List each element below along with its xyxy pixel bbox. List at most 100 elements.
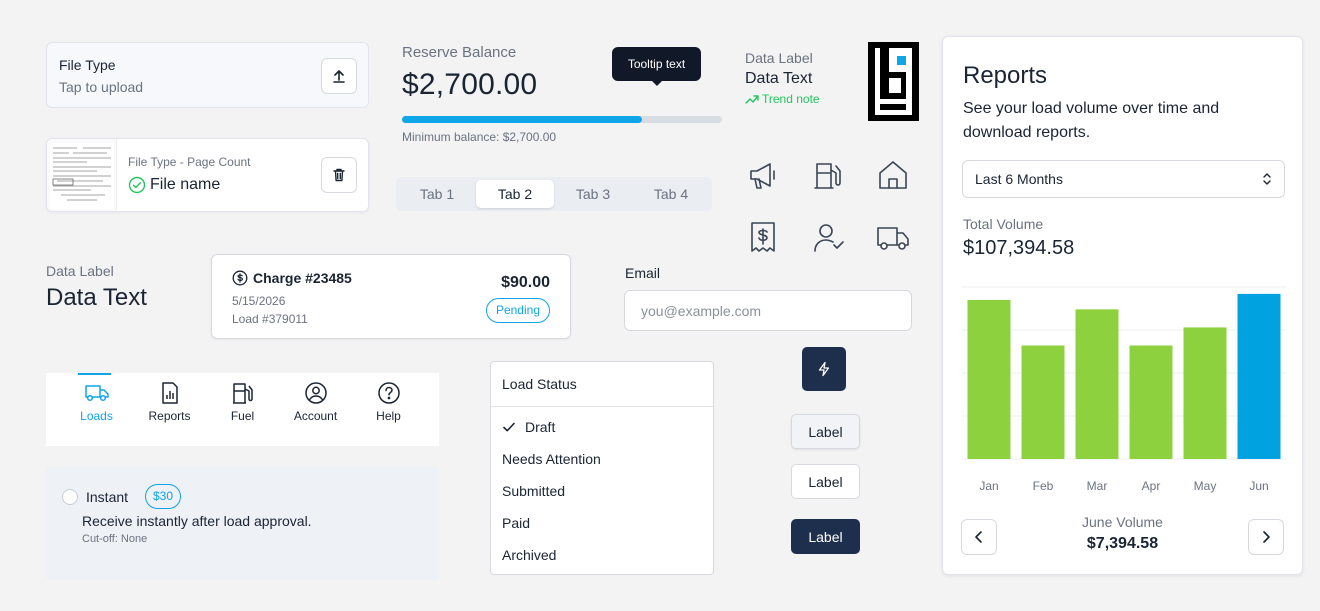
reports-subtitle: See your load volume over time and downl…: [963, 100, 1220, 141]
file-meta: File Type - Page Count: [128, 155, 251, 169]
total-volume-value: $107,394.58: [963, 237, 1075, 259]
instant-cutoff: Cut-off: None: [82, 533, 148, 545]
instant-radio[interactable]: [62, 489, 78, 505]
file-thumbnail: [47, 139, 117, 211]
instant-title: Instant: [86, 489, 129, 505]
nav-item-loads[interactable]: Loads: [60, 373, 133, 446]
total-volume-label: Total Volume: [963, 216, 1044, 232]
bolt-icon: [818, 361, 830, 377]
home-icon: [876, 158, 910, 192]
nav-label: Fuel: [230, 409, 255, 423]
chart-tick-label: Mar: [1087, 479, 1108, 493]
reserve-progress-fill: [402, 116, 642, 123]
chart-bar-mar[interactable]: [1075, 309, 1119, 459]
volume-bar-chart: Jan Feb Mar Apr May Jun: [962, 286, 1286, 493]
status-option-archived[interactable]: Archived: [491, 539, 713, 571]
tab-3[interactable]: Tab 3: [554, 180, 632, 208]
tab-2[interactable]: Tab 2: [476, 180, 554, 208]
truck-icon: [84, 385, 109, 402]
status-option-needs-attention[interactable]: Needs Attention: [491, 443, 713, 475]
chart-bar-jan[interactable]: [967, 299, 1011, 459]
instant-description: Receive instantly after load approval.: [82, 513, 312, 529]
chart-tick-label: Jan: [979, 479, 998, 493]
file-name: File name: [150, 176, 221, 193]
reserve-progress-bar: [402, 116, 722, 123]
chart-bar-jun[interactable]: [1237, 293, 1281, 459]
load-status-menu: Load Status Draft Needs Attention Submit…: [490, 361, 714, 575]
chart-tick-label: Apr: [1142, 479, 1161, 493]
range-select[interactable]: Last 6 Months: [962, 160, 1285, 198]
reports-card: Reports See your load volume over time a…: [942, 36, 1303, 575]
check-icon: [503, 422, 515, 432]
nav-item-account[interactable]: Account: [279, 373, 352, 446]
charge-card[interactable]: Charge #23485 5/15/2026 Load #379011 $90…: [211, 254, 571, 339]
upload-icon: [333, 70, 345, 83]
nav-label: Reports: [148, 409, 191, 423]
charge-load: Load #379011: [232, 312, 308, 326]
file-upload-hint: Tap to upload: [59, 79, 144, 95]
trash-icon: [333, 168, 345, 182]
outline-button[interactable]: Label: [791, 464, 860, 499]
primary-button[interactable]: Label: [791, 519, 860, 554]
fuel-pump-icon: [812, 158, 846, 192]
report-icon: [161, 382, 178, 404]
file-upload-card[interactable]: File Type Tap to upload: [46, 42, 369, 108]
secondary-button[interactable]: Label: [791, 414, 860, 449]
user-check-icon: [812, 220, 846, 254]
check-circle-icon: [128, 176, 146, 194]
help-icon: [377, 382, 400, 404]
charge-price: $90.00: [501, 274, 550, 291]
nav-label: Loads: [80, 409, 113, 423]
next-month-button[interactable]: [1248, 519, 1284, 555]
nav-item-fuel[interactable]: Fuel: [206, 373, 279, 446]
chart-tick-label: Feb: [1033, 479, 1054, 493]
chevron-up-down-icon: [1263, 173, 1271, 185]
email-label: Email: [625, 265, 661, 281]
chart-tick-label: Jun: [1249, 479, 1268, 493]
charge-date: 5/15/2026: [232, 294, 286, 308]
truck-icon: [876, 220, 910, 254]
chart-bar-feb[interactable]: [1021, 345, 1065, 459]
previous-month-button[interactable]: [961, 519, 997, 555]
status-option-label: Draft: [525, 419, 556, 435]
fee-badge: $30: [145, 484, 182, 509]
range-select-value: Last 6 Months: [975, 171, 1063, 187]
dollar-circle-icon: [232, 270, 248, 286]
payout-option-instant[interactable]: Instant $30 Receive instantly after load…: [46, 467, 439, 580]
delete-file-button[interactable]: [321, 157, 357, 193]
data-label-trend: Data Label Data Text Trend note: [745, 50, 820, 106]
data-label: Data Label: [46, 263, 114, 279]
chart-bar-apr[interactable]: [1129, 345, 1173, 459]
data-text: Data Text: [46, 284, 147, 311]
chart-tick-label: May: [1194, 479, 1217, 493]
status-option-submitted[interactable]: Submitted: [491, 475, 713, 507]
reports-title: Reports: [963, 62, 1048, 89]
chart-bar-may[interactable]: [1183, 327, 1227, 459]
status-option-draft[interactable]: Draft: [491, 411, 713, 443]
fuel-pump-icon: [232, 383, 253, 404]
bolt-button[interactable]: [802, 347, 846, 391]
charge-title-text: Charge #23485: [253, 270, 352, 286]
upload-button[interactable]: [321, 58, 357, 94]
nav-label: Account: [293, 409, 338, 423]
chevron-right-icon: [1263, 531, 1270, 543]
email-field[interactable]: [624, 290, 912, 331]
nav-label: Help: [376, 409, 401, 423]
chevron-left-icon: [975, 531, 982, 543]
uploaded-file-card: File Type - Page Count File name: [46, 138, 369, 212]
tooltip: Tooltip text: [612, 47, 701, 86]
nav-item-reports[interactable]: Reports: [133, 373, 206, 446]
status-badge: Pending: [485, 298, 550, 323]
data-label-block: Data Label Data Text: [46, 263, 147, 312]
file-upload-title: File Type: [59, 57, 116, 73]
tab-4[interactable]: Tab 4: [632, 180, 710, 208]
megaphone-icon: [746, 158, 780, 192]
status-option-paid[interactable]: Paid: [491, 507, 713, 539]
brand-logo: [868, 42, 919, 121]
trend-up-icon: [745, 95, 759, 104]
reserve-minimum: Minimum balance: $2,700.00: [402, 130, 557, 144]
tab-1[interactable]: Tab 1: [398, 180, 476, 208]
bottom-nav: Loads Reports Fuel Account Help: [46, 373, 439, 446]
nav-item-help[interactable]: Help: [352, 373, 425, 446]
data-label: Data Label: [745, 50, 813, 66]
